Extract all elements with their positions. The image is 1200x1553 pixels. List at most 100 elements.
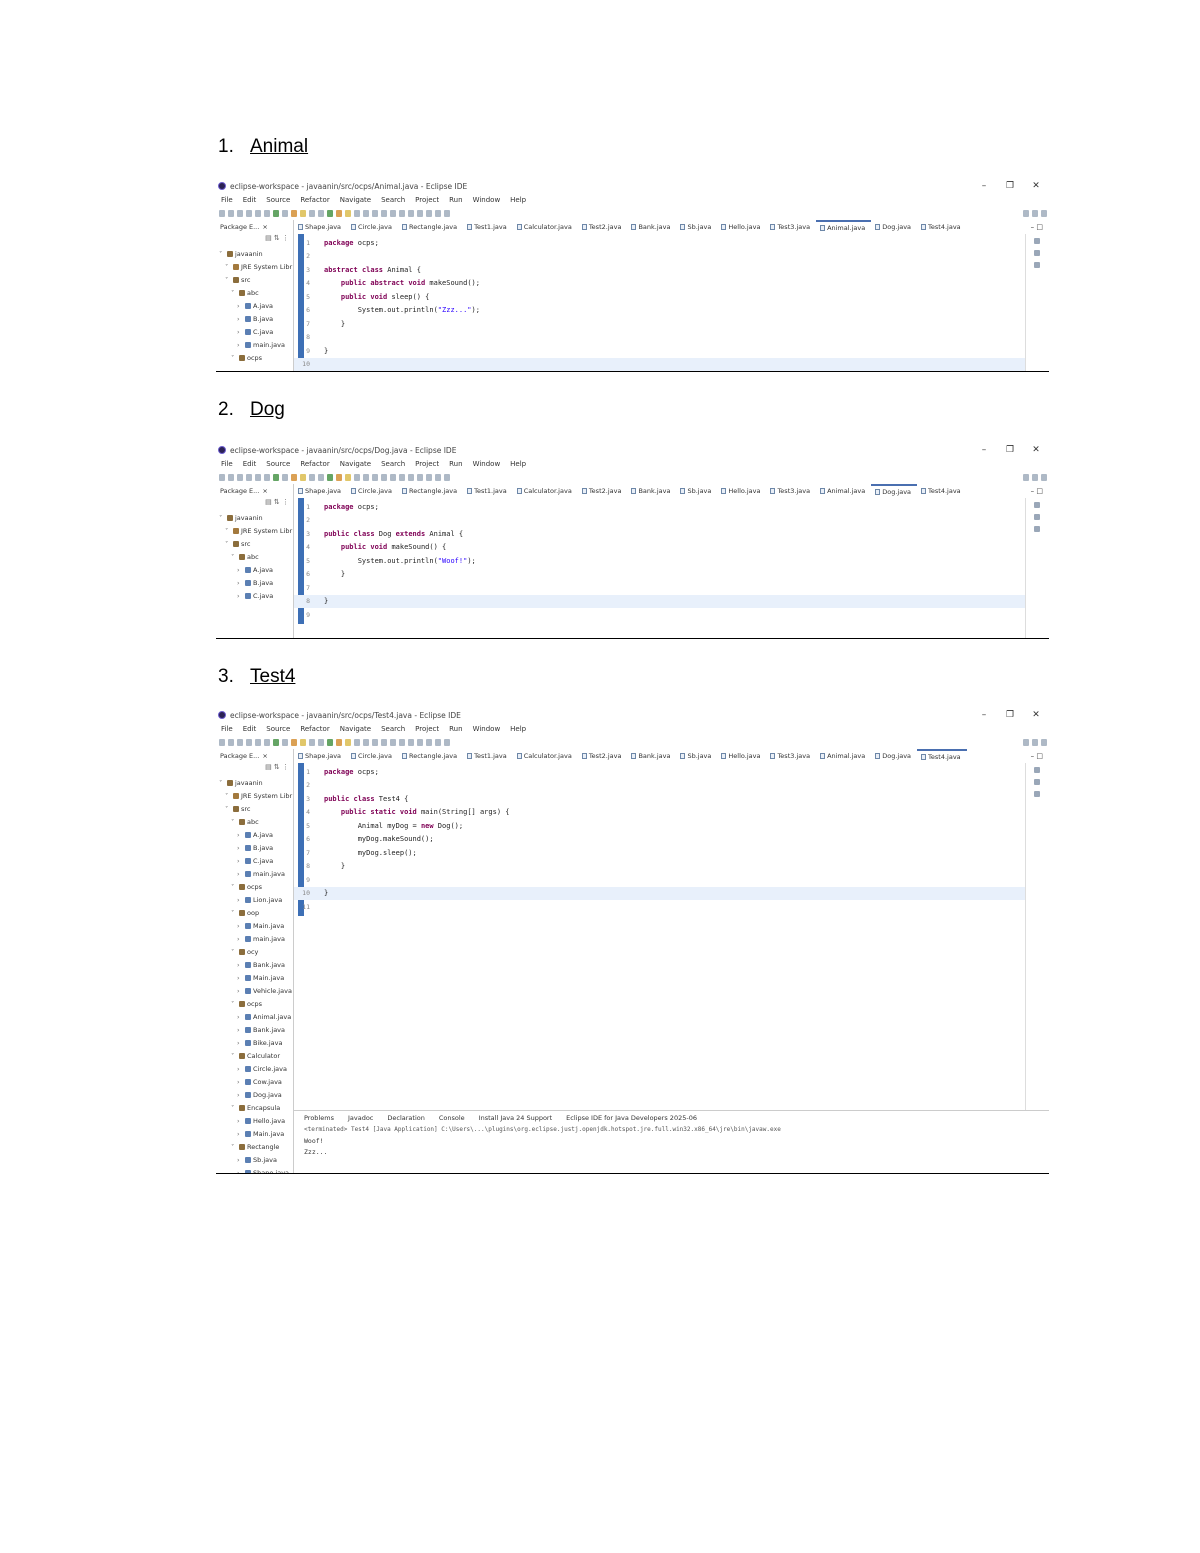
tree-node[interactable]: › Bank.java [219,958,293,971]
tree-node[interactable]: › C.java [219,589,293,602]
editor-tab[interactable]: Test4.java [917,484,967,498]
editor-tab[interactable]: Test1.java [463,749,513,763]
toolbar-button-icon[interactable] [399,209,405,217]
code-line[interactable]: 2 [294,514,1025,528]
toolbar-button-icon[interactable] [345,738,351,746]
toolbar-button-icon[interactable] [372,738,378,746]
toolbar-button-icon[interactable] [318,738,324,746]
toolbar-button-icon[interactable] [318,209,324,217]
toolbar-button-icon[interactable] [327,738,333,746]
code-line[interactable]: 1 package ocps; [294,500,1025,514]
menu-item-navigate[interactable]: Navigate [340,460,371,468]
toolbar-button-icon[interactable] [282,209,288,217]
tree-node[interactable]: › Lion.java [219,893,293,906]
code-line[interactable]: 3 public class Test4 { [294,792,1025,806]
console-tab[interactable]: Problems [304,1114,334,1122]
tree-node[interactable]: › main.java [219,867,293,880]
minimize-icon[interactable]: – [971,445,997,455]
menu-item-run[interactable]: Run [449,460,462,468]
tree-node[interactable]: ˅ abc [219,815,293,828]
code-line[interactable]: 11 [294,900,1025,914]
perspective-icon[interactable] [1032,473,1038,481]
toolbar-button-icon[interactable] [408,738,414,746]
editor-tab[interactable]: Bank.java [627,749,676,763]
code-line[interactable]: 8 } [294,860,1025,874]
toolbar-button-icon[interactable] [363,473,369,481]
code-line[interactable]: 4 public void makeSound() { [294,541,1025,555]
menu-item-window[interactable]: Window [473,725,501,733]
tree-node[interactable]: ˅ JRE System Libr [219,789,293,802]
perspective-icon[interactable] [1032,738,1038,746]
toolbar-button-icon[interactable] [237,738,243,746]
code-line[interactable]: 6 } [294,568,1025,582]
console-tab[interactable]: Declaration [387,1114,424,1122]
tree-node[interactable]: ˅ javaanin [219,247,293,260]
toolbar-button-icon[interactable] [291,738,297,746]
menu-item-edit[interactable]: Edit [243,196,257,204]
menu-item-source[interactable]: Source [266,725,290,733]
toolbar-button-icon[interactable] [336,473,342,481]
toolbar-button-icon[interactable] [372,473,378,481]
menu-item-file[interactable]: File [221,460,233,468]
code-line[interactable]: 8} [294,594,1025,608]
toolbar-button-icon[interactable] [318,473,324,481]
package-explorer-tools[interactable]: ▤ ⇅ ⋮ [219,763,293,776]
outline-icon[interactable] [1034,262,1040,268]
tree-node[interactable]: › Dog.java [219,1088,293,1101]
editor-tab[interactable]: Hello.java [717,749,766,763]
toolbar-button-icon[interactable] [327,209,333,217]
menu-item-project[interactable]: Project [415,460,439,468]
menu-item-edit[interactable]: Edit [243,725,257,733]
console-tab[interactable]: Eclipse IDE for Java Developers 2025-06 [566,1114,697,1122]
editor-tab[interactable]: Animal.java [816,484,871,498]
toolbar-button-icon[interactable] [399,738,405,746]
toolbar-button-icon[interactable] [372,209,378,217]
tree-node[interactable]: › main.java [219,338,293,351]
toolbar-button-icon[interactable] [309,738,315,746]
editor-tab[interactable]: Bank.java [627,484,676,498]
code-line[interactable]: 8 [294,331,1025,345]
menu-item-search[interactable]: Search [381,460,405,468]
code-line[interactable]: 5 System.out.println("Woof!"); [294,554,1025,568]
editor-tab[interactable]: Calculator.java [513,749,578,763]
minimize-icon[interactable]: – [971,710,997,720]
tree-node[interactable]: › Sb.java [219,1153,293,1166]
toolbar-button-icon[interactable] [291,473,297,481]
java-perspective-icon[interactable] [1041,473,1047,481]
toolbar-button-icon[interactable] [426,738,432,746]
tree-node[interactable]: ˅ ocps [219,351,293,364]
toolbar-button-icon[interactable] [417,738,423,746]
editor-tab[interactable]: Circle.java [347,220,398,234]
toolbar-button-icon[interactable] [255,209,261,217]
java-perspective-icon[interactable] [1041,738,1047,746]
menu-item-window[interactable]: Window [473,460,501,468]
close-icon[interactable]: ✕ [1023,181,1049,191]
menu-item-project[interactable]: Project [415,725,439,733]
search-icon[interactable] [1023,209,1029,217]
menu-item-source[interactable]: Source [266,460,290,468]
search-icon[interactable] [1023,473,1029,481]
toolbar-button-icon[interactable] [417,473,423,481]
toolbar-button-icon[interactable] [291,209,297,217]
tree-node[interactable]: › C.java [219,325,293,338]
editor-tab[interactable]: Dog.java [871,749,917,763]
toolbar-button-icon[interactable] [282,473,288,481]
toolbar-button-icon[interactable] [363,738,369,746]
menu-item-source[interactable]: Source [266,196,290,204]
editor-tab[interactable]: Calculator.java [513,484,578,498]
menu-item-navigate[interactable]: Navigate [340,725,371,733]
toolbar-button-icon[interactable] [354,473,360,481]
editor-tab[interactable]: Animal.java [816,749,871,763]
code-line[interactable]: 6 System.out.println("Zzz..."); [294,304,1025,318]
toolbar-button-icon[interactable] [246,209,252,217]
editor-tab[interactable]: Rectangle.java [398,220,463,234]
tree-node[interactable]: ˅ Encapsula [219,1101,293,1114]
tree-node[interactable]: › Bike.java [219,1036,293,1049]
close-icon[interactable]: ✕ [1023,445,1049,455]
editor-tab[interactable]: Test2.java [578,484,628,498]
restore-icon[interactable]: ❐ [997,445,1023,455]
toolbar-button-icon[interactable] [300,209,306,217]
editor-tab[interactable]: Test1.java [463,220,513,234]
tree-node[interactable]: ˅ javaanin [219,511,293,524]
tree-node[interactable]: ˅ src [219,802,293,815]
